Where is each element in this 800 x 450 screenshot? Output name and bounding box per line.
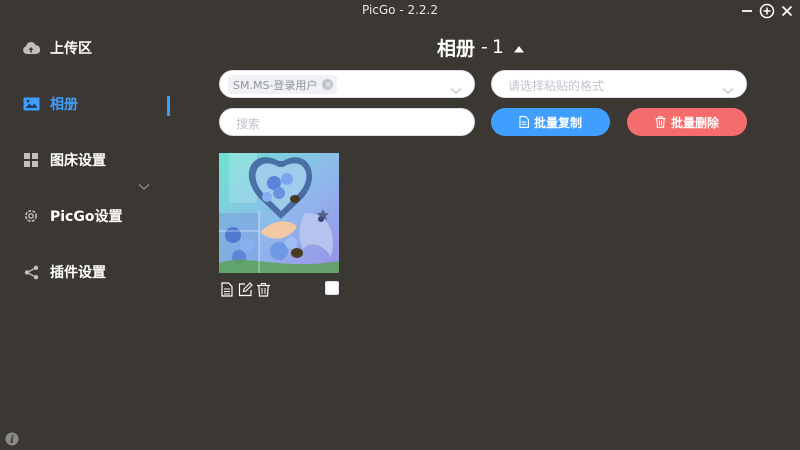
- sidebar-item-label: PicGo设置: [50, 209, 123, 225]
- trash-icon[interactable]: [256, 282, 272, 298]
- sidebar-item-plugin-settings[interactable]: 插件设置: [22, 257, 172, 287]
- info-icon[interactable]: i: [5, 431, 19, 446]
- sidebar-item-upload[interactable]: 上传区: [22, 33, 172, 63]
- gallery-title: 相册: [437, 37, 476, 60]
- sidebar-item-label: 相册: [50, 97, 78, 113]
- search-placeholder: 搜索: [236, 117, 261, 131]
- chevron-down-icon[interactable]: [722, 80, 734, 99]
- batch-copy-button[interactable]: 批量复制: [491, 108, 610, 136]
- picbed-select[interactable]: SM.MS-登录用户 ×: [219, 70, 475, 98]
- image-card-tools: [220, 282, 274, 298]
- document-icon: [519, 116, 529, 128]
- sidebar-item-label: 上传区: [50, 41, 92, 57]
- select-checkbox[interactable]: [325, 281, 339, 295]
- window-title: PicGo - 2.2.2: [361, 3, 439, 17]
- page-title: 相册 - 1: [437, 34, 525, 60]
- chevron-down-icon[interactable]: [138, 176, 150, 195]
- batch-delete-label: 批量删除: [670, 115, 719, 130]
- sidebar-item-label: 图床设置: [50, 153, 106, 169]
- sidebar-item-picbed-settings[interactable]: 图床设置: [22, 145, 172, 175]
- paste-format-placeholder: 请选择粘贴的格式: [508, 79, 605, 93]
- share-icon: [22, 263, 40, 281]
- paste-format-select[interactable]: 请选择粘贴的格式: [491, 70, 747, 98]
- active-indicator: [167, 96, 170, 116]
- caret-up-icon[interactable]: [513, 36, 525, 58]
- title-bar: PicGo - 2.2.2: [0, 0, 800, 22]
- svg-text:i: i: [10, 435, 14, 446]
- gear-icon: [22, 207, 40, 225]
- sidebar: 上传区 相册 图床设置 PicGo设置 插件设置: [0, 22, 175, 450]
- search-input[interactable]: 搜索: [219, 108, 475, 136]
- batch-delete-button[interactable]: 批量删除: [627, 108, 747, 136]
- picbed-tag-label: SM.MS-登录用户: [233, 78, 318, 92]
- image-icon: [22, 95, 40, 113]
- minimize-icon[interactable]: [739, 3, 755, 19]
- edit-icon[interactable]: [238, 282, 254, 298]
- sidebar-item-gallery[interactable]: 相册: [22, 89, 172, 119]
- sidebar-item-picgo-settings[interactable]: PicGo设置: [22, 201, 172, 231]
- tag-close-icon[interactable]: ×: [322, 79, 334, 90]
- gallery-count: 1: [491, 36, 504, 58]
- document-icon[interactable]: [220, 282, 236, 298]
- maximize-icon[interactable]: [759, 3, 775, 19]
- sidebar-item-label: 插件设置: [50, 265, 106, 281]
- batch-copy-label: 批量复制: [533, 115, 582, 130]
- trash-icon: [655, 116, 666, 128]
- cloud-upload-icon: [22, 39, 40, 57]
- grid-icon: [22, 151, 40, 169]
- title-separator: -: [481, 36, 488, 58]
- gallery-image[interactable]: [219, 153, 339, 273]
- close-icon[interactable]: [779, 3, 795, 19]
- picbed-tag: SM.MS-登录用户 ×: [228, 75, 338, 94]
- chevron-down-icon[interactable]: [450, 80, 462, 99]
